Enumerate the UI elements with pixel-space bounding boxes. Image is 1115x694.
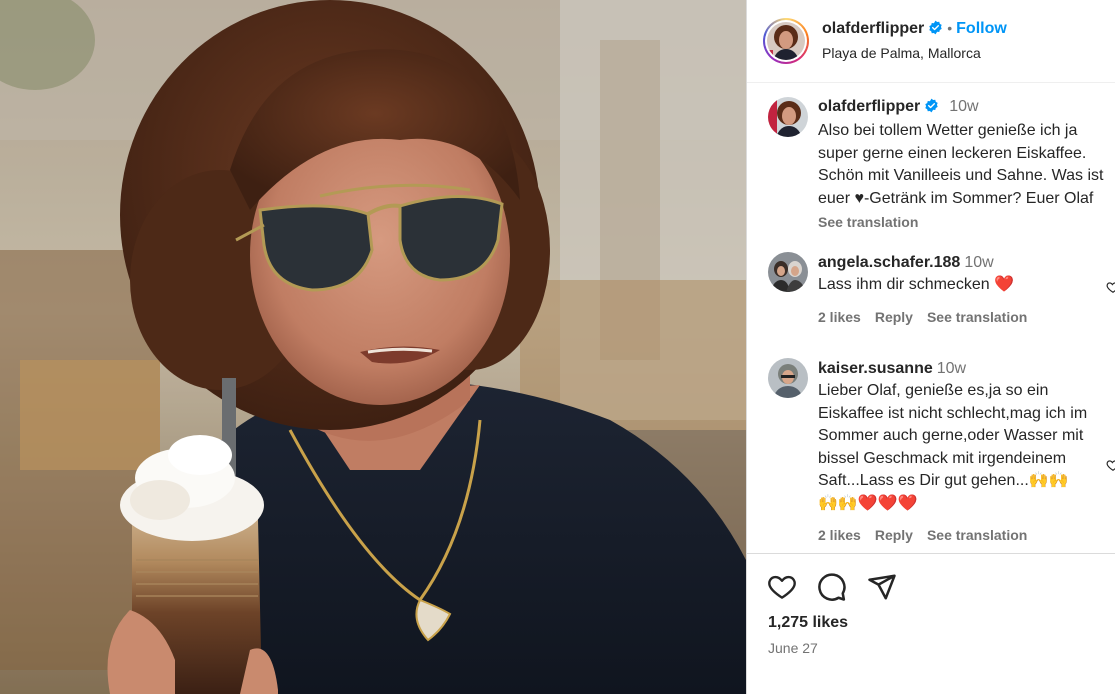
action-bar (747, 568, 1115, 604)
comment-avatar[interactable] (768, 358, 808, 398)
caption-see-translation[interactable]: See translation (818, 211, 1115, 234)
comment-see-translation[interactable]: See translation (927, 309, 1027, 325)
verified-badge-icon (924, 98, 939, 121)
share-icon[interactable] (867, 572, 897, 602)
comment-like-icon[interactable] (1106, 458, 1115, 472)
comment-meta: 2 likes Reply See translation (818, 306, 1115, 329)
post-location[interactable]: Playa de Palma, Mallorca (822, 45, 981, 61)
reply-button[interactable]: Reply (875, 527, 913, 543)
caption-avatar[interactable] (768, 97, 808, 137)
post-photo[interactable] (0, 0, 746, 694)
follow-button[interactable]: Follow (956, 20, 1007, 37)
post-side-panel: olafderflipper • Follow Playa de Palma, Ma… (746, 0, 1115, 694)
verified-badge-icon (928, 20, 943, 40)
comment-meta: 2 likes Reply See translation (818, 524, 1115, 547)
comment-like-icon[interactable] (1106, 280, 1115, 294)
comments-list[interactable]: olafderflipper 10w Also bei tollem Wetter… (747, 84, 1115, 554)
comment-likes[interactable]: 2 likes (818, 309, 861, 325)
comment-text: Lass ihm dir schmecken ❤️ (818, 276, 1014, 293)
post-header: olafderflipper • Follow Playa de Palma, Ma… (747, 0, 1115, 83)
comment-username[interactable]: kaiser.susanne (818, 360, 933, 377)
comment-icon[interactable] (817, 572, 847, 602)
header-username[interactable]: olafderflipper (822, 20, 924, 37)
likes-count[interactable]: 1,275 likes (768, 614, 848, 632)
post-date[interactable]: June 27 (768, 640, 818, 656)
reply-button[interactable]: Reply (875, 309, 913, 325)
comment-username[interactable]: angela.schafer.188 (818, 254, 960, 271)
caption-username[interactable]: olafderflipper (818, 98, 920, 115)
comment-time[interactable]: 10w (964, 254, 993, 271)
comment-time[interactable]: 10w (937, 360, 966, 377)
comment-text: Lieber Olaf, genieße es,ja so ein Eiskaf… (818, 382, 1092, 512)
caption-text: Also bei tollem Wetter genieße ich ja su… (818, 122, 1108, 207)
separator-dot: • (947, 20, 953, 36)
caption-time[interactable]: 10w (949, 98, 978, 115)
photo-illustration (0, 0, 746, 694)
comment-likes[interactable]: 2 likes (818, 527, 861, 543)
heart-icon[interactable] (767, 572, 797, 602)
story-ring[interactable] (763, 18, 809, 64)
comment-see-translation[interactable]: See translation (927, 527, 1027, 543)
avatar[interactable] (767, 22, 805, 60)
comment-avatar[interactable] (768, 252, 808, 292)
